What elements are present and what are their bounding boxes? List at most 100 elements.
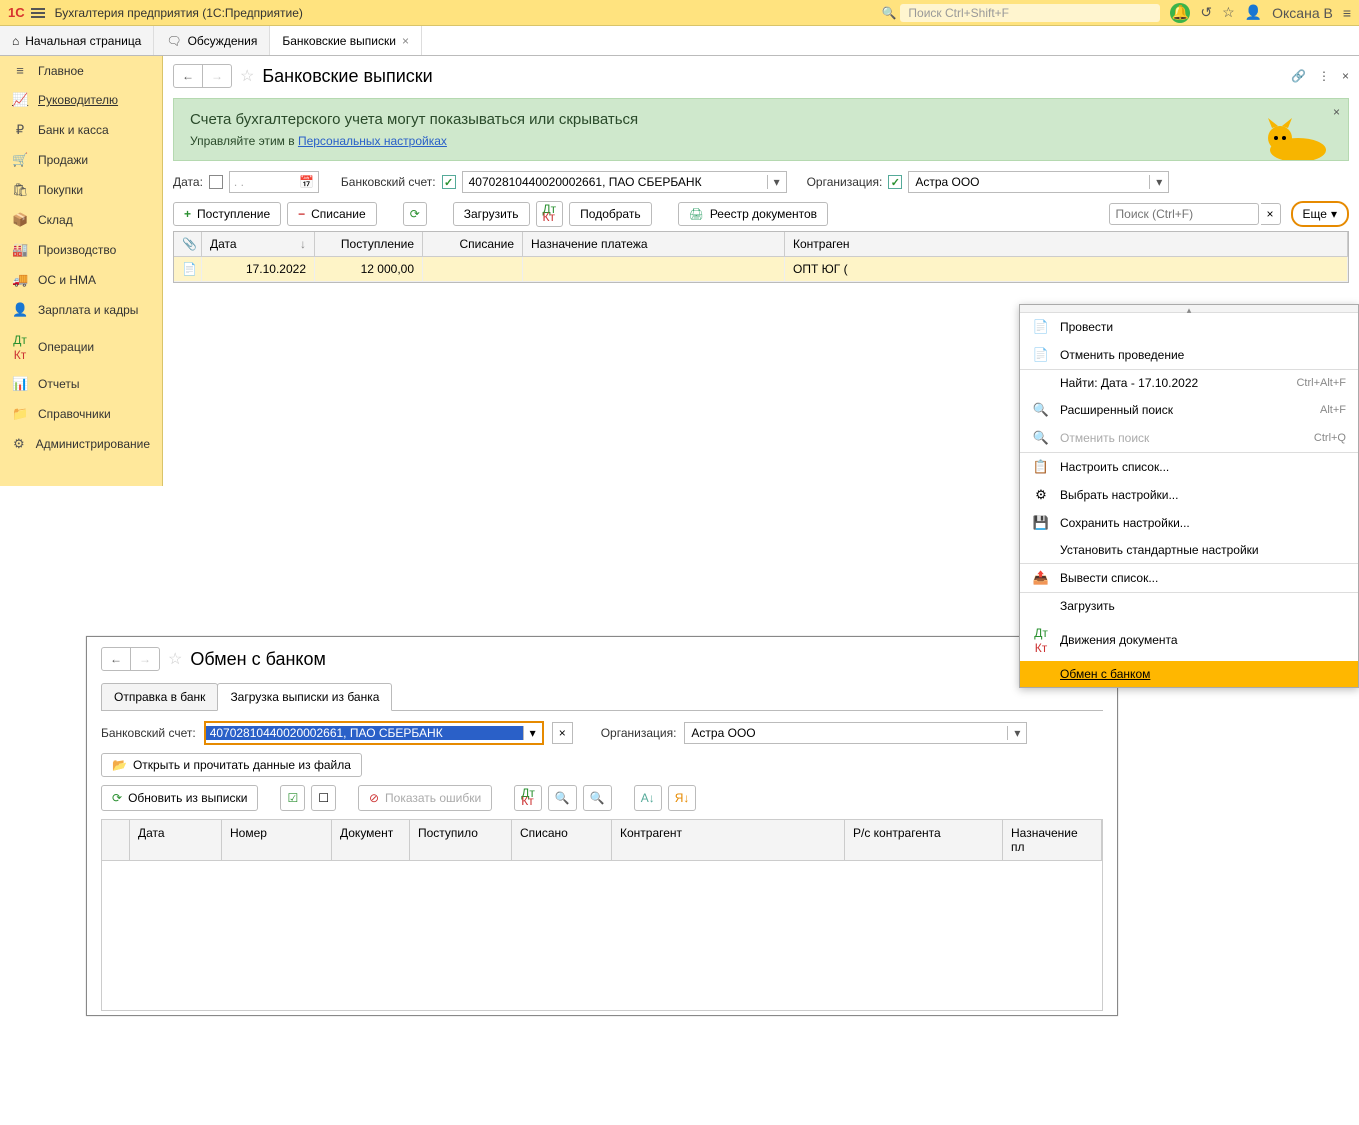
banner-link[interactable]: Персональных настройках xyxy=(298,134,447,148)
menu-choose-settings[interactable]: ⚙Выбрать настройки... xyxy=(1020,481,1358,509)
history-icon[interactable]: ↺ xyxy=(1200,4,1212,21)
uncheck-all-button[interactable]: ☐ xyxy=(311,785,336,811)
dtkt-button[interactable]: ДтКт xyxy=(514,785,542,811)
load-button[interactable]: Загрузить xyxy=(453,202,530,226)
sidebar-item-reports[interactable]: 📊Отчеты xyxy=(0,369,162,399)
star-icon[interactable]: ☆ xyxy=(240,66,254,86)
outcome-button[interactable]: −Списание xyxy=(287,202,377,226)
income-button[interactable]: +Поступление xyxy=(173,202,281,226)
refresh-button[interactable]: ⟳ xyxy=(403,202,427,226)
sidebar-item-assets[interactable]: 🚚ОС и НМА xyxy=(0,265,162,295)
global-search-input[interactable]: Поиск Ctrl+Shift+F xyxy=(900,4,1160,22)
chevron-down-icon[interactable]: ▾ xyxy=(1007,726,1026,740)
menu-unpost[interactable]: 📄Отменить проведение xyxy=(1020,341,1358,369)
chevron-down-icon[interactable]: ▾ xyxy=(767,175,786,189)
kebab-menu-icon[interactable]: ⋮ xyxy=(1318,69,1330,83)
user-name[interactable]: Оксана В xyxy=(1272,5,1333,21)
link-icon[interactable]: 🔗 xyxy=(1291,69,1306,83)
column-account[interactable]: Р/с контрагента xyxy=(845,820,1003,860)
nav-back-button[interactable]: ← xyxy=(102,648,130,670)
menu-load[interactable]: Загрузить xyxy=(1020,593,1358,619)
column-income[interactable]: Поступление xyxy=(315,232,423,256)
chevron-down-icon[interactable]: ▾ xyxy=(1149,175,1168,189)
sidebar-item-operations[interactable]: ДтКтОперации xyxy=(0,325,162,369)
menu-advanced-find[interactable]: 🔍Расширенный поискAlt+F xyxy=(1020,396,1358,424)
tab-load-from-bank[interactable]: Загрузка выписки из банка xyxy=(217,683,392,711)
find-button[interactable]: 🔍 xyxy=(548,785,577,811)
sidebar-item-catalogs[interactable]: 📁Справочники xyxy=(0,399,162,429)
close-tab-icon[interactable]: × xyxy=(402,34,409,48)
column-purpose[interactable]: Назначение пл xyxy=(1003,820,1102,860)
tab-bank-statements[interactable]: Банковские выписки × xyxy=(270,26,422,55)
org-checkbox[interactable]: ✓ xyxy=(888,175,902,189)
tab-send-to-bank[interactable]: Отправка в банк xyxy=(101,683,218,710)
calendar-icon[interactable]: 📅 xyxy=(299,175,314,189)
sidebar-item-purchases[interactable]: 🛍Покупки xyxy=(0,175,162,205)
column-written[interactable]: Списано xyxy=(512,820,612,860)
sidebar-item-main[interactable]: ≡Главное xyxy=(0,56,162,85)
org-dropdown[interactable]: Астра ООО ▾ xyxy=(684,722,1027,744)
pick-button[interactable]: Подобрать xyxy=(569,202,651,226)
close-icon[interactable]: × xyxy=(1342,69,1349,83)
menu-grip[interactable]: ▴ xyxy=(1020,305,1358,313)
column-number[interactable]: Номер xyxy=(222,820,332,860)
chevron-down-icon[interactable]: ▾ xyxy=(523,726,542,740)
search-clear-button[interactable]: × xyxy=(1261,203,1281,225)
show-errors-button[interactable]: ⊘Показать ошибки xyxy=(358,785,492,811)
sidebar-item-manager[interactable]: 📈Руководителю xyxy=(0,85,162,115)
tab-discussions[interactable]: 🗨 Обсуждения xyxy=(154,26,270,55)
column-clip[interactable]: 📎 xyxy=(174,232,202,256)
refresh-button[interactable]: ⟳Обновить из выписки xyxy=(101,785,258,811)
sidebar-item-bank[interactable]: ₽Банк и касса xyxy=(0,115,162,145)
favorites-icon[interactable]: ☆ xyxy=(1222,4,1235,21)
sort-asc-button[interactable]: А↓ xyxy=(634,785,662,811)
check-all-button[interactable]: ☑ xyxy=(280,785,305,811)
registry-button[interactable]: 🖨Реестр документов xyxy=(678,202,828,226)
panel-menu-icon[interactable]: ≡ xyxy=(1343,5,1351,21)
star-icon[interactable]: ☆ xyxy=(168,649,182,669)
column-date[interactable]: Дата↓ xyxy=(202,232,315,256)
banner-close-icon[interactable]: × xyxy=(1333,105,1340,119)
date-input[interactable]: . .📅 xyxy=(229,171,319,193)
sidebar-item-warehouse[interactable]: 📦Склад xyxy=(0,205,162,235)
tab-start[interactable]: ⌂ Начальная страница xyxy=(0,26,154,55)
menu-save-settings[interactable]: 💾Сохранить настройки... xyxy=(1020,509,1358,537)
menu-default-settings[interactable]: Установить стандартные настройки xyxy=(1020,537,1358,563)
sidebar-item-payroll[interactable]: 👤Зарплата и кадры xyxy=(0,295,162,325)
menu-post[interactable]: 📄Провести xyxy=(1020,313,1358,341)
menu-find[interactable]: Найти: Дата - 17.10.2022Ctrl+Alt+F xyxy=(1020,370,1358,396)
main-menu-burger[interactable] xyxy=(31,6,45,20)
sidebar-item-production[interactable]: 🏭Производство xyxy=(0,235,162,265)
date-checkbox[interactable] xyxy=(209,175,223,189)
nav-forward-button[interactable]: → xyxy=(130,648,159,670)
bank-account-dropdown[interactable]: 40702810440020002661, ПАО СБЕРБАНК ▾ xyxy=(462,171,787,193)
column-counterparty[interactable]: Контрагент xyxy=(612,820,845,860)
bank-account-input[interactable]: 40702810440020002661, ПАО СБЕРБАНК ▾ xyxy=(204,721,544,745)
column-outcome[interactable]: Списание xyxy=(423,232,523,256)
column-check[interactable] xyxy=(102,820,130,860)
sort-desc-button[interactable]: Я↓ xyxy=(668,785,697,811)
column-purpose[interactable]: Назначение платежа xyxy=(523,232,785,256)
column-date[interactable]: Дата xyxy=(130,820,222,860)
search-input[interactable] xyxy=(1109,203,1259,225)
menu-bank-exchange[interactable]: Обмен с банком xyxy=(1020,661,1358,687)
menu-output-list[interactable]: 📤Вывести список... xyxy=(1020,564,1358,592)
sidebar-item-admin[interactable]: ⚙Администрирование xyxy=(0,429,162,459)
dtkt-button[interactable]: ДтКт xyxy=(536,201,564,227)
open-file-button[interactable]: 📂Открыть и прочитать данные из файла xyxy=(101,753,362,777)
table-row[interactable]: 📄 17.10.2022 12 000,00 ОПТ ЮГ ( xyxy=(174,257,1348,282)
nav-back-button[interactable]: ← xyxy=(174,65,202,87)
menu-movements[interactable]: ДтКтДвижения документа xyxy=(1020,619,1358,661)
org-dropdown[interactable]: Астра ООО ▾ xyxy=(908,171,1169,193)
cancel-find-button[interactable]: 🔍 xyxy=(583,785,612,811)
bank-checkbox[interactable]: ✓ xyxy=(442,175,456,189)
column-document[interactable]: Документ xyxy=(332,820,410,860)
more-button[interactable]: Еще▾ xyxy=(1291,201,1349,227)
nav-forward-button[interactable]: → xyxy=(202,65,231,87)
sidebar-item-sales[interactable]: 🛒Продажи xyxy=(0,145,162,175)
column-counterparty[interactable]: Контраген xyxy=(785,232,1348,256)
notifications-bell-icon[interactable]: 🔔 xyxy=(1170,3,1190,23)
clear-button[interactable]: × xyxy=(552,722,573,744)
column-received[interactable]: Поступило xyxy=(410,820,512,860)
menu-setup-list[interactable]: 📋Настроить список... xyxy=(1020,453,1358,481)
